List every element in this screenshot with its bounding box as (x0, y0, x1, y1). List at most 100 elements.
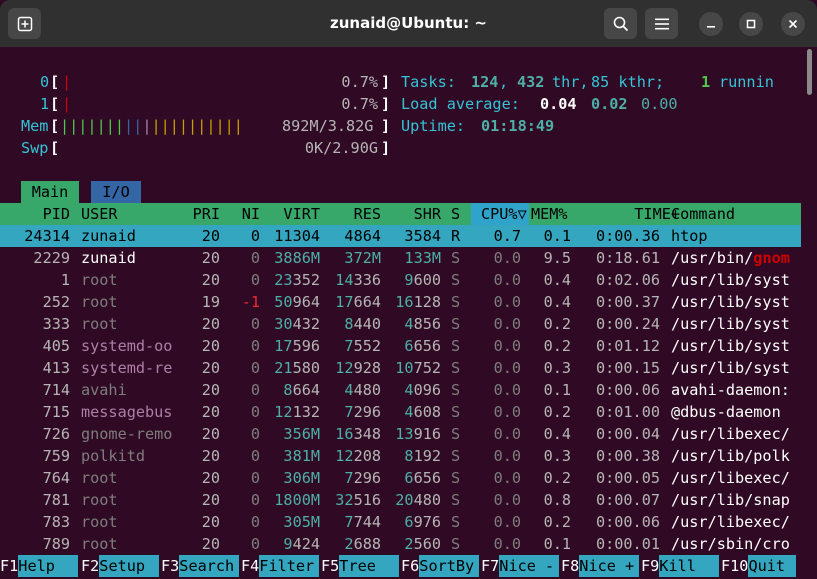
cell-pri: 20 (201, 359, 220, 377)
col-res[interactable]: RES (320, 203, 381, 225)
fkey-quit-button[interactable]: F10Quit (721, 555, 797, 577)
cell-time: 0:02.06 (595, 271, 660, 289)
table-row[interactable]: 405 systemd-oo 20 0 17596 7552 6656 S 0.0 0.2 0:01… (0, 335, 801, 357)
cell-virt: 12132 (274, 403, 320, 421)
search-button[interactable] (604, 8, 637, 39)
cell-shr: 133M (404, 249, 441, 267)
maximize-icon (746, 19, 756, 29)
fkey-label: Search (179, 555, 240, 577)
table-row[interactable]: 789 root 20 0 9424 2688 2560 S 0.0 0.1 0:00.01/usr… (0, 533, 801, 555)
col-command[interactable]: Command (671, 203, 735, 225)
fkey-tree-button[interactable]: F5Tree (321, 555, 400, 577)
cell-user: root (81, 491, 118, 509)
fkey-label: SortBy (419, 555, 480, 577)
cell-mem: 0.4 (543, 425, 571, 443)
cell-pri: 20 (201, 227, 220, 245)
col-user[interactable]: USER (81, 203, 118, 225)
cell-mem: 0.4 (543, 271, 571, 289)
close-button[interactable] (781, 12, 805, 36)
fkey-search-button[interactable]: F3Search (161, 555, 240, 577)
cell-ni: 0 (250, 425, 260, 443)
table-row[interactable]: 333 root 20 0 30432 8440 4856 S 0.0 0.2 0:00.24/us… (0, 313, 801, 335)
cell-pri: 20 (201, 315, 220, 333)
col-pid[interactable]: PID (0, 203, 70, 225)
cell-cpu: 0.0 (493, 513, 521, 531)
cpu0-bar: | (62, 73, 72, 91)
col-ni[interactable]: NI (225, 203, 260, 225)
cell-res: 7296 (344, 403, 381, 421)
fkey-nice-button[interactable]: F7Nice - (481, 555, 560, 577)
cell-virt: 3886M (274, 249, 320, 267)
cell-virt: 23352 (274, 271, 320, 289)
fkey-number: F5 (321, 557, 340, 575)
cell-cpu: 0.0 (493, 293, 521, 311)
cell-mem: 0.3 (543, 447, 571, 465)
col-time[interactable]: TIME+ (580, 203, 680, 225)
table-row[interactable]: 715 messagebus 20 0 12132 7296 4608 S 0.0 0.2 0:01… (0, 401, 801, 423)
fkey-nice-button[interactable]: F8Nice + (561, 555, 640, 577)
scrollbar[interactable] (807, 49, 812, 95)
cell-mem: 0.1 (543, 535, 571, 553)
cell-pid: 715 (42, 403, 70, 421)
cell-shr: 9600 (404, 271, 441, 289)
cell-command: avahi-daemon: (671, 381, 790, 399)
fkey-label: Filter (259, 555, 320, 577)
cell-cpu: 0.7 (493, 227, 521, 245)
running-count: 1 (701, 73, 711, 91)
cell-time: 0:00.15 (595, 359, 660, 377)
cell-time: 0:00.06 (595, 381, 660, 399)
fkey-sortby-button[interactable]: F6SortBy (401, 555, 480, 577)
table-row[interactable]: 252 root 19 -1 50964 17664 16128 S 0.0 0.4 0:00.37… (0, 291, 801, 313)
col-cpu[interactable]: CPU%▽ (481, 203, 527, 225)
cell-virt: 21580 (274, 359, 320, 377)
cell-mem: 9.5 (543, 249, 571, 267)
menu-button[interactable] (645, 8, 678, 39)
cell-ni: 0 (250, 447, 260, 465)
fkey-kill-button[interactable]: F9Kill (641, 555, 720, 577)
tab-io[interactable]: I/O (91, 181, 141, 203)
minimize-button[interactable] (699, 12, 723, 36)
tasks-line: Tasks: 124 , 432 thr, 85 kthr; 1 runnin (401, 73, 774, 91)
cell-ni: 0 (250, 337, 260, 355)
table-row[interactable]: 764 root 20 0 306M 7296 6656 S 0.0 0.2 0:00.05/usr… (0, 467, 801, 489)
cell-pid: 1 (60, 271, 70, 289)
fkey-filter-button[interactable]: F4Filter (241, 555, 320, 577)
fkey-help-button[interactable]: F1Help (0, 555, 79, 577)
cell-pri: 19 (201, 293, 220, 311)
col-pri[interactable]: PRI (170, 203, 220, 225)
threads-count: 432 (517, 73, 545, 91)
terminal-content[interactable]: 0 [ | 0.7% ] 1 [ | 0.7% ] Mem [ ||||||||… (0, 47, 817, 579)
maximize-button[interactable] (739, 12, 763, 36)
table-row[interactable]: 759 polkitd 20 0 381M 12208 8192 S 0.0 0.3 0:00.38… (0, 445, 801, 467)
cell-command: /usr/lib/syst (671, 271, 790, 289)
col-mem[interactable]: MEM% (531, 203, 568, 225)
fkey-label: Nice + (579, 555, 640, 577)
col-virt[interactable]: VIRT (260, 203, 320, 225)
table-row[interactable]: 2229 zunaid 20 0 3886M 372M 133M S 0.0 9.5 0:18.61… (0, 247, 801, 269)
cell-cpu: 0.0 (493, 381, 521, 399)
fkey-label: Tree (339, 555, 400, 577)
table-row[interactable]: 783 root 20 0 305M 7744 6976 S 0.0 0.2 0:00.06/usr… (0, 511, 801, 533)
cell-virt: 30432 (274, 315, 320, 333)
load-5min: 0.02 (591, 95, 628, 113)
col-state[interactable]: S (451, 203, 460, 225)
col-shr[interactable]: SHR (381, 203, 441, 225)
table-row[interactable]: 726 gnome-remo 20 0 356M 16348 13916 S 0.0 0.4 0:0… (0, 423, 801, 445)
table-row[interactable]: 1 root 20 0 23352 14336 9600 S 0.0 0.4 0:02.06/usr… (0, 269, 801, 291)
cell-ni: 0 (250, 249, 260, 267)
tab-main[interactable]: Main (21, 181, 79, 203)
table-row-selected[interactable]: 24314 zunaid 20 0 11304 4864 3584 R 0.7 0.1 0:00.3… (0, 225, 801, 247)
table-row[interactable]: 714 avahi 20 0 8664 4480 4096 S 0.0 0.1 0:00.06 ava… (0, 379, 801, 401)
cell-shr: 20480 (395, 491, 441, 509)
cell-virt: 381M (283, 447, 320, 465)
table-row[interactable]: 781 root 20 0 1800M 32516 20480 S 0.0 0.8 0:00.07 /… (0, 489, 801, 511)
table-row[interactable]: 413 systemd-re 20 0 21580 12928 10752 S 0.0 0.3 0:… (0, 357, 801, 379)
cell-pri: 20 (201, 491, 220, 509)
cell-shr: 6656 (404, 337, 441, 355)
cell-virt: 50964 (274, 293, 320, 311)
cell-pri: 20 (201, 447, 220, 465)
tasks-count: 124 (471, 73, 499, 91)
fkey-setup-button[interactable]: F2Setup (81, 555, 160, 577)
cell-mem: 0.4 (543, 293, 571, 311)
cell-command-highlight: gnom (753, 249, 790, 267)
